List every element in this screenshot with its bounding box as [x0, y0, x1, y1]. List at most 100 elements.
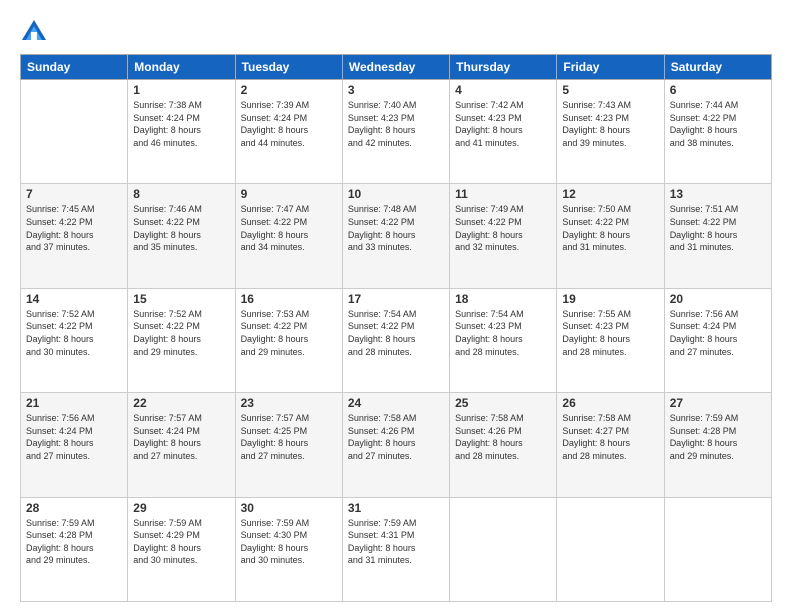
day-number: 27: [670, 396, 766, 410]
day-info: Sunrise: 7:40 AMSunset: 4:23 PMDaylight:…: [348, 99, 444, 149]
calendar-cell: 3Sunrise: 7:40 AMSunset: 4:23 PMDaylight…: [342, 80, 449, 184]
day-number: 10: [348, 187, 444, 201]
calendar-cell: 9 Sunrise: 7:47 AMSunset: 4:22 PMDaylight…: [235, 184, 342, 288]
day-info: Sunrise: 7:58 AMSunset: 4:26 PMDaylight:…: [348, 412, 444, 462]
calendar-cell: 6Sunrise: 7:44 AMSunset: 4:22 PMDaylight…: [664, 80, 771, 184]
header: [20, 18, 772, 46]
calendar-cell: [664, 497, 771, 601]
logo-icon: [20, 18, 48, 46]
calendar-cell: 23Sunrise: 7:57 AMSunset: 4:25 PMDayligh…: [235, 393, 342, 497]
calendar-cell: 27 Sunrise: 7:59 AMSunset: 4:28 PMDayligh…: [664, 393, 771, 497]
calendar-table: SundayMondayTuesdayWednesdayThursdayFrid…: [20, 54, 772, 602]
day-number: 19: [562, 292, 658, 306]
day-number: 11: [455, 187, 551, 201]
calendar-cell: 8 Sunrise: 7:46 AMSunset: 4:22 PMDaylight…: [128, 184, 235, 288]
day-number: 15: [133, 292, 229, 306]
day-info: Sunrise: 7:46 AMSunset: 4:22 PMDaylight:…: [133, 203, 229, 253]
day-number: 2: [241, 83, 337, 97]
day-number: 30: [241, 501, 337, 515]
day-info: Sunrise: 7:59 AMSunset: 4:31 PMDaylight:…: [348, 517, 444, 567]
calendar-header-row: SundayMondayTuesdayWednesdayThursdayFrid…: [21, 55, 772, 80]
calendar-cell: 5Sunrise: 7:43 AMSunset: 4:23 PMDaylight…: [557, 80, 664, 184]
calendar-week-row: 1 Sunrise: 7:38 AMSunset: 4:24 PMDaylight…: [21, 80, 772, 184]
day-info: Sunrise: 7:54 AMSunset: 4:23 PMDaylight:…: [455, 308, 551, 358]
calendar-cell: 20 Sunrise: 7:56 AMSunset: 4:24 PMDayligh…: [664, 288, 771, 392]
day-number: 31: [348, 501, 444, 515]
day-number: 12: [562, 187, 658, 201]
day-info: Sunrise: 7:45 AMSunset: 4:22 PMDaylight:…: [26, 203, 122, 253]
day-info: Sunrise: 7:52 AMSunset: 4:22 PMDaylight:…: [133, 308, 229, 358]
day-info: Sunrise: 7:39 AMSunset: 4:24 PMDaylight:…: [241, 99, 337, 149]
day-info: Sunrise: 7:59 AMSunset: 4:28 PMDaylight:…: [670, 412, 766, 462]
calendar-cell: 13 Sunrise: 7:51 AMSunset: 4:22 PMDayligh…: [664, 184, 771, 288]
day-number: 16: [241, 292, 337, 306]
calendar-cell: [21, 80, 128, 184]
calendar-cell: 28Sunrise: 7:59 AMSunset: 4:28 PMDayligh…: [21, 497, 128, 601]
calendar-cell: [450, 497, 557, 601]
weekday-header: Thursday: [450, 55, 557, 80]
calendar-cell: 26 Sunrise: 7:58 AMSunset: 4:27 PMDayligh…: [557, 393, 664, 497]
day-info: Sunrise: 7:52 AMSunset: 4:22 PMDaylight:…: [26, 308, 122, 358]
day-info: Sunrise: 7:38 AMSunset: 4:24 PMDaylight:…: [133, 99, 229, 149]
day-number: 7: [26, 187, 122, 201]
day-info: Sunrise: 7:58 AMSunset: 4:26 PMDaylight:…: [455, 412, 551, 462]
calendar-cell: 19 Sunrise: 7:55 AMSunset: 4:23 PMDayligh…: [557, 288, 664, 392]
calendar-cell: 25 Sunrise: 7:58 AMSunset: 4:26 PMDayligh…: [450, 393, 557, 497]
day-info: Sunrise: 7:51 AMSunset: 4:22 PMDaylight:…: [670, 203, 766, 253]
page: SundayMondayTuesdayWednesdayThursdayFrid…: [0, 0, 792, 612]
calendar-cell: 2 Sunrise: 7:39 AMSunset: 4:24 PMDaylight…: [235, 80, 342, 184]
calendar-week-row: 21Sunrise: 7:56 AMSunset: 4:24 PMDayligh…: [21, 393, 772, 497]
day-number: 29: [133, 501, 229, 515]
calendar-week-row: 14Sunrise: 7:52 AMSunset: 4:22 PMDayligh…: [21, 288, 772, 392]
calendar-cell: 14Sunrise: 7:52 AMSunset: 4:22 PMDayligh…: [21, 288, 128, 392]
day-number: 26: [562, 396, 658, 410]
calendar-cell: 1 Sunrise: 7:38 AMSunset: 4:24 PMDaylight…: [128, 80, 235, 184]
logo: [20, 18, 52, 46]
day-info: Sunrise: 7:56 AMSunset: 4:24 PMDaylight:…: [670, 308, 766, 358]
calendar-cell: 4 Sunrise: 7:42 AMSunset: 4:23 PMDaylight…: [450, 80, 557, 184]
day-number: 8: [133, 187, 229, 201]
day-info: Sunrise: 7:48 AMSunset: 4:22 PMDaylight:…: [348, 203, 444, 253]
day-info: Sunrise: 7:54 AMSunset: 4:22 PMDaylight:…: [348, 308, 444, 358]
day-info: Sunrise: 7:49 AMSunset: 4:22 PMDaylight:…: [455, 203, 551, 253]
calendar-cell: 22Sunrise: 7:57 AMSunset: 4:24 PMDayligh…: [128, 393, 235, 497]
day-number: 9: [241, 187, 337, 201]
day-number: 5: [562, 83, 658, 97]
calendar-cell: 21Sunrise: 7:56 AMSunset: 4:24 PMDayligh…: [21, 393, 128, 497]
calendar-cell: 15 Sunrise: 7:52 AMSunset: 4:22 PMDayligh…: [128, 288, 235, 392]
calendar-cell: 11 Sunrise: 7:49 AMSunset: 4:22 PMDayligh…: [450, 184, 557, 288]
day-info: Sunrise: 7:50 AMSunset: 4:22 PMDaylight:…: [562, 203, 658, 253]
day-number: 6: [670, 83, 766, 97]
weekday-header: Tuesday: [235, 55, 342, 80]
day-number: 20: [670, 292, 766, 306]
weekday-header: Sunday: [21, 55, 128, 80]
day-info: Sunrise: 7:58 AMSunset: 4:27 PMDaylight:…: [562, 412, 658, 462]
calendar-cell: 24 Sunrise: 7:58 AMSunset: 4:26 PMDayligh…: [342, 393, 449, 497]
calendar-cell: 7 Sunrise: 7:45 AMSunset: 4:22 PMDaylight…: [21, 184, 128, 288]
day-number: 13: [670, 187, 766, 201]
day-info: Sunrise: 7:47 AMSunset: 4:22 PMDaylight:…: [241, 203, 337, 253]
day-number: 4: [455, 83, 551, 97]
day-number: 1: [133, 83, 229, 97]
calendar-week-row: 28Sunrise: 7:59 AMSunset: 4:28 PMDayligh…: [21, 497, 772, 601]
calendar-cell: 17 Sunrise: 7:54 AMSunset: 4:22 PMDayligh…: [342, 288, 449, 392]
day-number: 18: [455, 292, 551, 306]
calendar-cell: 10 Sunrise: 7:48 AMSunset: 4:22 PMDayligh…: [342, 184, 449, 288]
day-info: Sunrise: 7:55 AMSunset: 4:23 PMDaylight:…: [562, 308, 658, 358]
day-number: 17: [348, 292, 444, 306]
day-number: 22: [133, 396, 229, 410]
weekday-header: Monday: [128, 55, 235, 80]
day-info: Sunrise: 7:42 AMSunset: 4:23 PMDaylight:…: [455, 99, 551, 149]
calendar-cell: [557, 497, 664, 601]
weekday-header: Wednesday: [342, 55, 449, 80]
weekday-header: Saturday: [664, 55, 771, 80]
calendar-cell: 16 Sunrise: 7:53 AMSunset: 4:22 PMDayligh…: [235, 288, 342, 392]
calendar-cell: 31 Sunrise: 7:59 AMSunset: 4:31 PMDayligh…: [342, 497, 449, 601]
day-info: Sunrise: 7:53 AMSunset: 4:22 PMDaylight:…: [241, 308, 337, 358]
day-number: 24: [348, 396, 444, 410]
day-info: Sunrise: 7:57 AMSunset: 4:25 PMDaylight:…: [241, 412, 337, 462]
day-info: Sunrise: 7:59 AMSunset: 4:30 PMDaylight:…: [241, 517, 337, 567]
calendar-cell: 29Sunrise: 7:59 AMSunset: 4:29 PMDayligh…: [128, 497, 235, 601]
calendar-cell: 18 Sunrise: 7:54 AMSunset: 4:23 PMDayligh…: [450, 288, 557, 392]
day-number: 25: [455, 396, 551, 410]
